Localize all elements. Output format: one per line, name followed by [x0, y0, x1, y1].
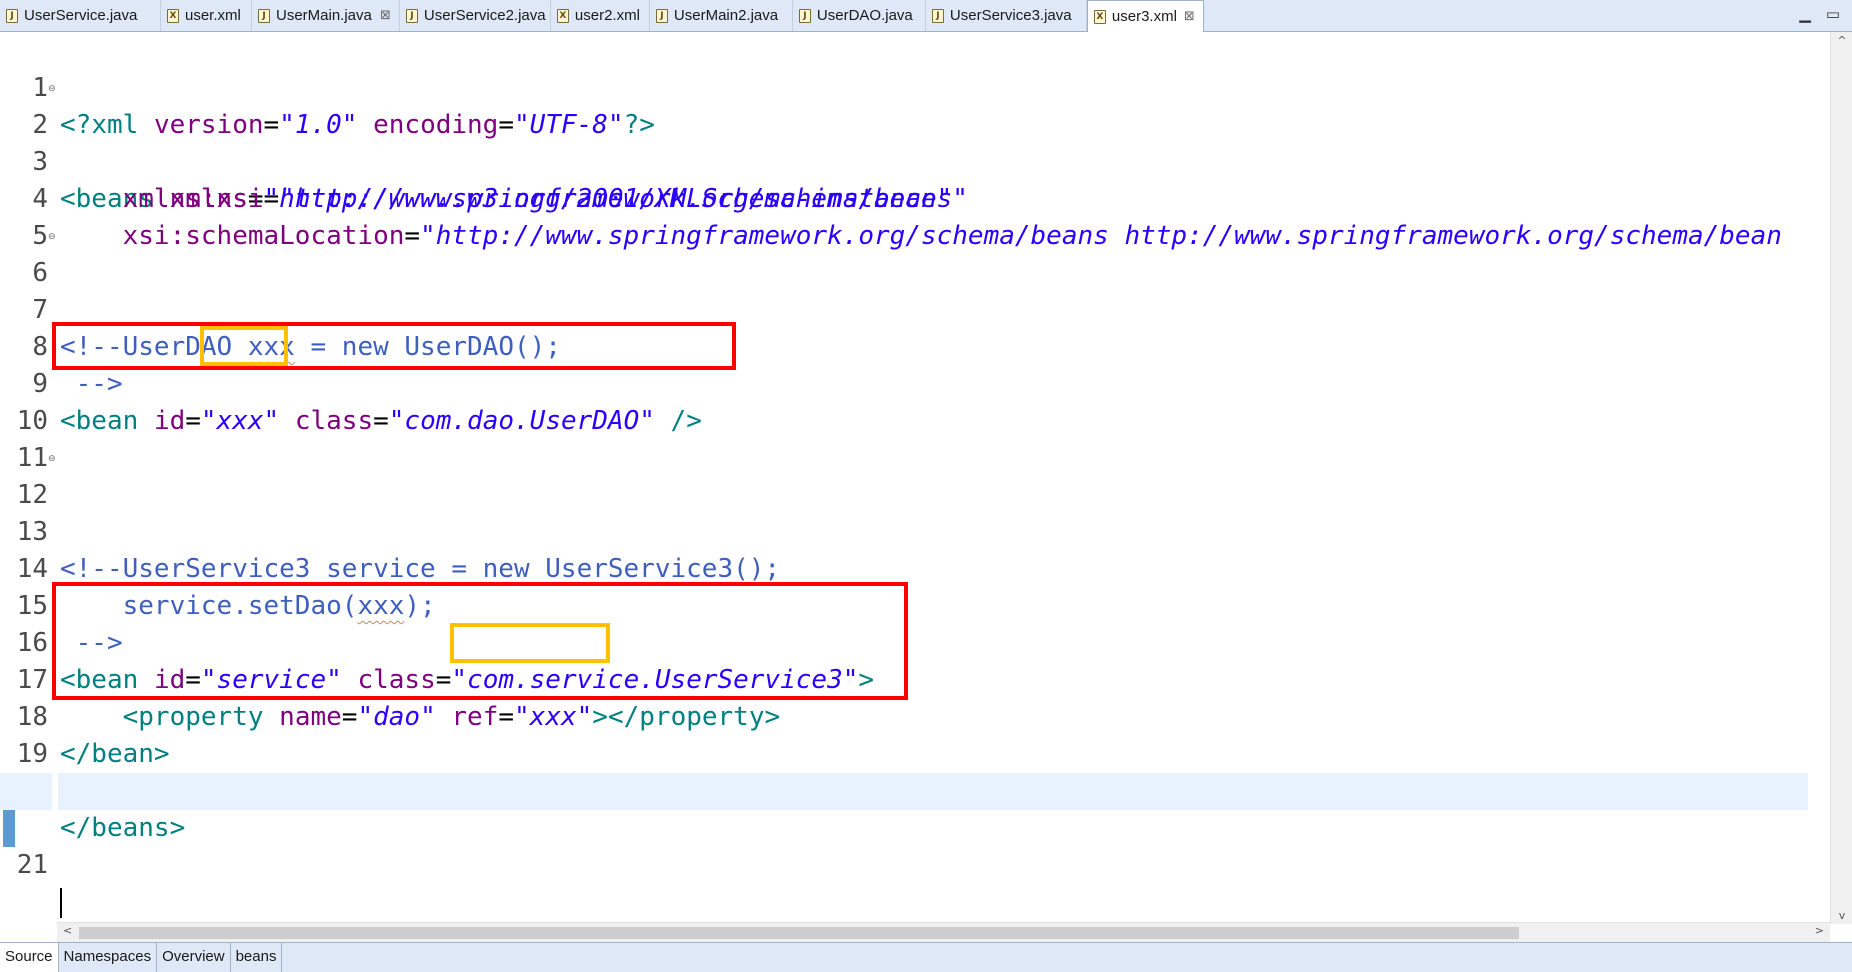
editor-mode-tabs: Source Namespaces Overview beans [0, 942, 1852, 972]
current-line-marker [3, 810, 15, 847]
code-line: 2 ⊖ <beans xmlns="http://www.springframe… [0, 70, 1808, 214]
text-cursor [60, 887, 62, 918]
highlight-box-ref-xxx [450, 623, 610, 663]
minimize-icon[interactable]: ▁ [1796, 4, 1814, 24]
java-file-icon: J [798, 8, 811, 23]
java-file-icon: J [655, 8, 668, 23]
code-line: 10 [0, 366, 1808, 436]
tab-userservice2-java[interactable]: J UserService2.java [400, 0, 551, 31]
code-line: 11 [0, 403, 1808, 473]
tab-usermain-java[interactable]: J UserMain.java ⊠ [252, 0, 400, 31]
tab-label: UserDAO.java [816, 7, 913, 24]
code-text: </beans> [60, 810, 185, 847]
close-icon[interactable]: ⊠ [380, 8, 391, 23]
xml-file-icon: X [556, 8, 569, 23]
code-text [60, 884, 62, 921]
maximize-icon[interactable]: ▭ [1824, 4, 1842, 24]
xml-file-icon: X [1093, 9, 1106, 24]
code-line: 20 </beans> [0, 736, 1808, 843]
editor-tab-bar: J UserService.java X user.xml J UserMain… [0, 0, 1852, 32]
tab-beans[interactable]: beans [231, 943, 283, 972]
xml-source-editor[interactable]: 1 <?xml version="1.0" encoding="UTF-8"?>… [0, 32, 1852, 940]
java-file-icon: J [405, 8, 418, 23]
gutter-separator [52, 773, 58, 810]
fold-toggle-icon[interactable]: ⊖ [48, 71, 56, 108]
tab-userservice-java[interactable]: J UserService.java [0, 0, 161, 31]
fold-toggle-icon[interactable]: ⊖ [48, 219, 56, 256]
highlight-box-dao-bean [52, 322, 736, 370]
code-line: 5 [0, 181, 1808, 251]
xml-file-icon: X [167, 8, 179, 23]
tab-user-xml[interactable]: X user.xml [161, 0, 252, 31]
tab-user3-xml[interactable]: X user3.xml ⊠ [1086, 0, 1204, 32]
current-code-line[interactable]: 21 [0, 773, 1808, 918]
tab-overview[interactable]: Overview [157, 943, 231, 972]
tab-userdao-java[interactable]: J UserDAO.java [793, 0, 926, 31]
close-icon[interactable]: ⊠ [1184, 9, 1195, 24]
tab-source[interactable]: Source [0, 943, 59, 972]
tab-user2-xml[interactable]: X user2.xml [551, 0, 650, 31]
tab-label: UserMain.java [276, 7, 372, 24]
vertical-scrollbar[interactable]: ^ v [1830, 32, 1852, 924]
code-line: 4 xsi:schemaLocation="http://www.springf… [0, 144, 1808, 251]
window-controls: ▁ ▭ [1796, 4, 1842, 24]
tab-label: UserMain2.java [673, 7, 779, 24]
scroll-up-icon[interactable]: ^ [1831, 34, 1852, 47]
scroll-down-icon[interactable]: v [1831, 909, 1852, 922]
tab-label: user.xml [185, 7, 241, 24]
tab-label: user2.xml [574, 7, 640, 24]
horizontal-scrollbar[interactable]: < > [57, 922, 1830, 942]
fold-toggle-icon[interactable]: ⊖ [48, 441, 56, 478]
tab-usermain2-java[interactable]: J UserMain2.java [650, 0, 793, 31]
java-file-icon: J [6, 8, 18, 23]
java-file-icon: J [258, 8, 270, 23]
line-number: 21 [16, 850, 48, 880]
tab-namespaces[interactable]: Namespaces [59, 943, 158, 972]
tab-label: UserService3.java [949, 7, 1072, 24]
code-line: 1 <?xml version="1.0" encoding="UTF-8"?> [0, 33, 1808, 140]
code-line: 6 ⊖ <!-- [0, 218, 1808, 362]
code-line: 19 [0, 699, 1808, 769]
code-line: 3 xmlns:xsi="http://www.w3.org/2001/XMLS… [0, 107, 1808, 214]
tab-userservice3-java[interactable]: J UserService3.java [926, 0, 1087, 31]
highlight-box-id-xxx [200, 326, 288, 366]
scroll-left-icon[interactable]: < [63, 924, 72, 937]
code-line: 7 UserDAO xxx = new UserDAO(); [0, 255, 1808, 362]
code-line: 12 ⊖ <!-- [0, 440, 1808, 584]
java-file-icon: J [931, 8, 944, 23]
code-line: 14 service.setDao(xxx); [0, 514, 1808, 621]
tab-label: UserService2.java [423, 7, 546, 24]
tab-label: user3.xml [1111, 8, 1177, 25]
closing-tag: </beans> [60, 813, 186, 843]
scroll-thumb[interactable] [79, 927, 1519, 939]
scroll-right-icon[interactable]: > [1815, 924, 1824, 937]
tab-label: UserService.java [24, 7, 138, 24]
code-line: 13 UserService3 service = new UserServic… [0, 477, 1808, 584]
